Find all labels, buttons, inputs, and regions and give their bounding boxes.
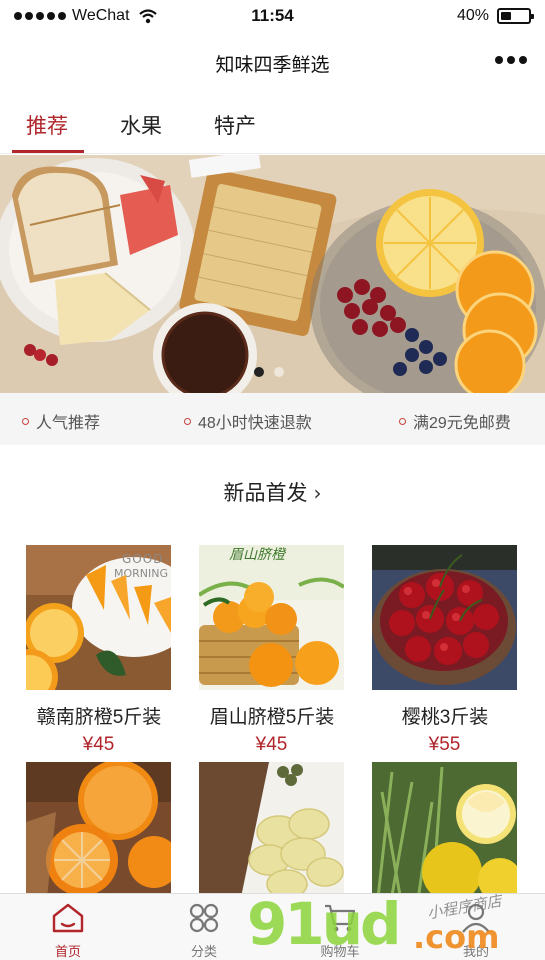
tab-fruit[interactable]: 水果: [120, 110, 162, 140]
tabbar-item-profile[interactable]: 我的: [408, 894, 544, 960]
tabbar-item-cart[interactable]: 购物车: [272, 894, 408, 960]
promise-item: 48小时快速退款: [184, 409, 312, 433]
carousel-pager: [254, 367, 284, 377]
product-image[interactable]: [372, 545, 517, 690]
promise-item: 满29元免邮费: [399, 409, 511, 433]
tabbar-label: 我的: [462, 944, 489, 959]
navigation-bar: 知味四季鲜选: [0, 34, 545, 90]
product-card[interactable]: 樱桃3斤装 ¥55: [372, 545, 517, 756]
tabbar-item-home[interactable]: 首页: [0, 894, 136, 960]
product-image[interactable]: [199, 762, 344, 907]
product-name[interactable]: 樱桃3斤装: [360, 702, 530, 729]
tab-recommend[interactable]: 推荐: [26, 110, 68, 140]
section-new-arrivals[interactable]: 新品首发 ›: [0, 477, 545, 507]
status-bar: WeChat 11:54 40%: [0, 0, 545, 34]
bullet-icon: [399, 417, 406, 425]
user-icon: [462, 903, 490, 933]
svg-text:GOOD: GOOD: [122, 552, 163, 566]
product-price: ¥45: [82, 734, 115, 755]
product-price: ¥55: [428, 734, 461, 755]
svg-text:眉山脐橙: 眉山脐橙: [229, 547, 287, 563]
product-card[interactable]: [199, 762, 344, 907]
product-card[interactable]: GOOD MORNING 赣南脐橙5斤装 ¥45: [26, 545, 171, 756]
cart-icon: [325, 904, 356, 932]
tabbar-label: 分类: [190, 944, 217, 959]
carousel-dot-active[interactable]: [254, 367, 264, 377]
tab-specialty[interactable]: 特产: [214, 110, 256, 140]
bullet-icon: [22, 417, 29, 425]
tabbar-label: 首页: [54, 944, 81, 959]
page-title: 知味四季鲜选: [215, 55, 330, 76]
product-image[interactable]: GOOD MORNING: [26, 545, 171, 690]
product-image[interactable]: [372, 762, 517, 907]
category-tabs: 推荐 水果 特产: [0, 90, 545, 154]
tabbar-label: 购物车: [320, 944, 360, 959]
chevron-right-icon: ›: [313, 481, 322, 505]
more-icon[interactable]: [495, 56, 527, 64]
product-card[interactable]: 眉山脐橙 眉山脐橙5斤装 ¥45: [199, 545, 344, 756]
home-icon: [52, 903, 84, 933]
banner-carousel[interactable]: [0, 155, 545, 393]
product-image[interactable]: [26, 762, 171, 907]
product-price: ¥45: [255, 734, 288, 755]
section-title-text: 新品首发: [223, 482, 308, 505]
bottom-tab-bar: 首页 分类 购物车 我的: [0, 893, 545, 960]
tabbar-item-category[interactable]: 分类: [136, 894, 272, 960]
status-right: 40%: [456, 7, 534, 25]
product-name[interactable]: 眉山脐橙5斤装: [187, 702, 357, 729]
bullet-icon: [184, 417, 191, 425]
service-promise-bar: 人气推荐 48小时快速退款 满29元免邮费: [0, 393, 545, 445]
battery-icon: [497, 8, 534, 24]
promise-item: 人气推荐: [22, 409, 100, 433]
breakfast-banner-image: [0, 155, 545, 393]
tab-active-indicator: [12, 150, 84, 153]
carousel-dot[interactable]: [274, 367, 284, 377]
battery-percent: 40%: [456, 7, 489, 24]
product-name[interactable]: 赣南脐橙5斤装: [14, 702, 184, 729]
category-icon: [189, 903, 219, 933]
product-card[interactable]: [372, 762, 517, 907]
product-image[interactable]: 眉山脐橙: [199, 545, 344, 690]
product-card[interactable]: [26, 762, 171, 907]
